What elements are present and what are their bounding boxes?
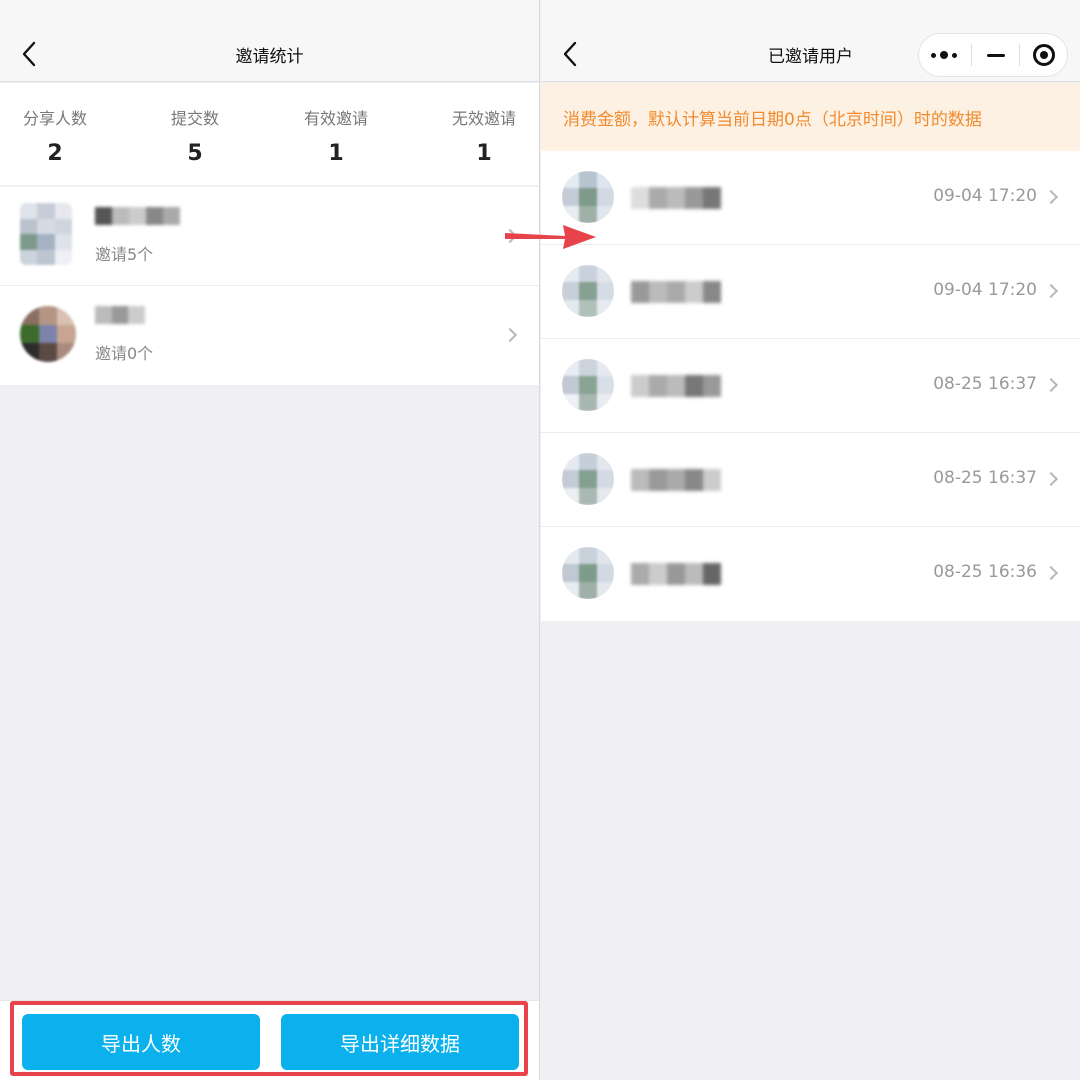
avatar (562, 359, 614, 411)
avatar (562, 171, 614, 223)
invite-time: 08-25 16:37 (933, 374, 1037, 394)
avatar (20, 306, 76, 362)
chevron-right-icon (502, 327, 518, 343)
chevron-right-icon (502, 228, 518, 244)
stat-label: 有效邀请 (303, 109, 368, 128)
user-name-redacted (631, 281, 721, 303)
stat-value: 1 (328, 141, 344, 166)
avatar (562, 265, 614, 317)
stat-value: 5 (187, 141, 203, 166)
invite-time: 08-25 16:37 (933, 468, 1037, 488)
divider (1019, 44, 1020, 66)
user-name-redacted (631, 469, 721, 491)
stat-value: 1 (476, 141, 492, 166)
user-name-redacted (631, 563, 721, 585)
user-name-redacted (631, 187, 721, 209)
invited-users-page: 已邀请用户 消费金额，默认计算当前日期0点（北京时间）时的数据 09-04 17… (541, 0, 1080, 1080)
sharer-list: 邀请5个 邀请0个 (0, 187, 539, 385)
chevron-right-icon (1043, 189, 1059, 205)
list-item[interactable]: 邀请5个 (0, 187, 539, 286)
stat-label: 分享人数 (22, 109, 87, 128)
invite-count: 邀请5个 (95, 245, 154, 264)
invite-time: 08-25 16:36 (933, 562, 1037, 582)
list-item[interactable]: 08-25 16:37 (541, 433, 1080, 527)
close-target-icon[interactable] (1023, 34, 1065, 76)
invite-time: 09-04 17:20 (933, 280, 1037, 300)
page-title: 邀请统计 (235, 47, 304, 67)
minimize-icon[interactable] (975, 34, 1017, 76)
avatar (562, 453, 614, 505)
stat-invalid-invites: 无效邀请 1 (450, 105, 518, 166)
avatar (562, 547, 614, 599)
list-item[interactable]: 08-25 16:36 (541, 527, 1080, 621)
stat-share-count: 分享人数 2 (22, 105, 88, 166)
miniprogram-capsule (918, 33, 1068, 77)
chevron-right-icon (1043, 565, 1059, 581)
chevron-right-icon (1043, 283, 1059, 299)
stats-panel: 分享人数 2 提交数 5 有效邀请 1 无效邀请 1 (0, 83, 539, 186)
invite-stats-page: 邀请统计 分享人数 2 提交数 5 有效邀请 1 无效邀请 1 邀请5个 邀请0… (0, 0, 540, 1080)
stat-label: 无效邀请 (451, 109, 516, 128)
chevron-right-icon (1043, 377, 1059, 393)
more-icon[interactable] (919, 34, 969, 76)
avatar (20, 203, 72, 265)
divider (971, 44, 972, 66)
chevron-right-icon (1043, 471, 1059, 487)
list-item[interactable]: 09-04 17:20 (541, 151, 1080, 245)
user-name-redacted (95, 306, 145, 324)
nav-bar: 已邀请用户 (541, 0, 1080, 82)
export-detail-button[interactable]: 导出详细数据 (281, 1014, 519, 1070)
export-count-button[interactable]: 导出人数 (22, 1014, 260, 1070)
list-item[interactable]: 09-04 17:20 (541, 245, 1080, 339)
stat-valid-invites: 有效邀请 1 (302, 105, 370, 166)
list-item[interactable]: 邀请0个 (0, 286, 539, 385)
nav-bar: 邀请统计 (0, 0, 539, 82)
notice-banner: 消费金额，默认计算当前日期0点（北京时间）时的数据 (541, 83, 1080, 151)
invited-user-list: 09-04 17:20 09-04 17:20 08-25 16:37 08-2… (541, 151, 1080, 621)
invite-count: 邀请0个 (95, 344, 154, 363)
invite-time: 09-04 17:20 (933, 186, 1037, 206)
list-item[interactable]: 08-25 16:37 (541, 339, 1080, 433)
user-name-redacted (95, 207, 180, 225)
stat-value: 2 (47, 141, 63, 166)
stat-submit-count: 提交数 5 (170, 105, 220, 166)
stat-label: 提交数 (170, 109, 219, 128)
user-name-redacted (631, 375, 721, 397)
